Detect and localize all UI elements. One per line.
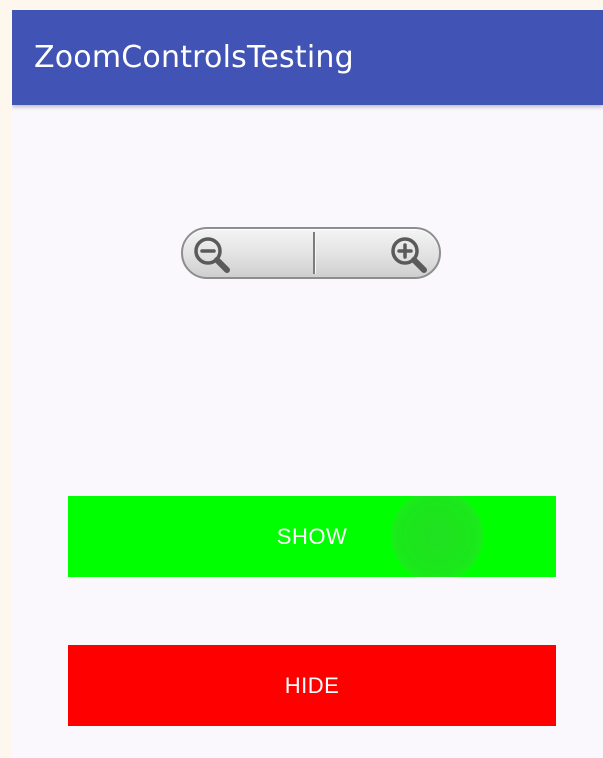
show-button[interactable]: SHOW	[68, 496, 556, 577]
zoom-controls	[181, 227, 441, 279]
show-button-label: SHOW	[276, 524, 348, 549]
zoom-divider	[313, 232, 315, 274]
zoom-in-icon	[386, 233, 434, 275]
touch-ripple	[391, 496, 483, 577]
zoom-in-button[interactable]	[386, 233, 434, 275]
app-screen: ZoomControlsTesting SHOW HIDE	[12, 10, 603, 758]
zoom-out-icon	[189, 233, 237, 275]
zoom-out-button[interactable]	[189, 233, 237, 275]
hide-button-label: HIDE	[284, 673, 340, 698]
app-title: ZoomControlsTesting	[34, 40, 354, 75]
hide-button[interactable]: HIDE	[68, 645, 556, 726]
app-bar: ZoomControlsTesting	[12, 10, 603, 105]
